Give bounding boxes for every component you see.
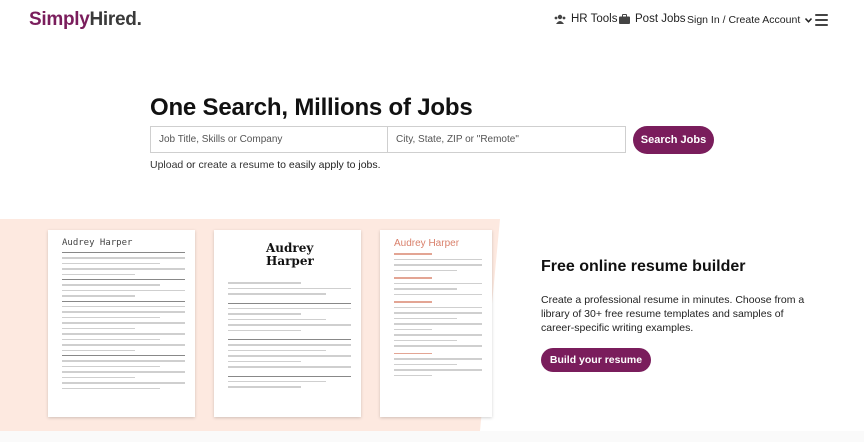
build-resume-button[interactable]: Build your resume bbox=[541, 348, 651, 372]
resume-name: Audrey Harper bbox=[266, 241, 314, 268]
menu-icon[interactable] bbox=[815, 14, 828, 26]
search-form bbox=[150, 126, 626, 153]
search-jobs-button[interactable]: Search Jobs bbox=[633, 126, 714, 154]
hr-tools-label: HR Tools bbox=[571, 13, 618, 25]
simplyhired-logo[interactable]: SimplyHired. bbox=[29, 9, 142, 31]
resume-template-classic[interactable]: Audrey Harper bbox=[48, 230, 195, 417]
page-title: One Search, Millions of Jobs bbox=[150, 94, 473, 121]
resume-name: Audrey Harper bbox=[394, 238, 460, 249]
sign-in-menu[interactable]: Sign In / Create Account bbox=[687, 14, 813, 26]
post-jobs-label: Post Jobs bbox=[635, 13, 686, 25]
job-title-input[interactable] bbox=[150, 126, 388, 153]
location-input[interactable] bbox=[388, 126, 626, 153]
upload-link[interactable]: Upload bbox=[150, 159, 183, 171]
builder-description: Create a professional resume in minutes.… bbox=[541, 294, 805, 334]
users-icon bbox=[554, 14, 566, 24]
resume-template-elegant[interactable]: Audrey Harper bbox=[380, 230, 492, 417]
section-bottom-strip bbox=[0, 431, 864, 442]
builder-title: Free online resume builder bbox=[541, 258, 746, 275]
resume-name: Audrey Harper bbox=[62, 238, 133, 248]
sign-in-label: Sign In / Create Account bbox=[687, 14, 801, 26]
post-jobs-link[interactable]: Post Jobs bbox=[619, 13, 686, 25]
resume-template-modern[interactable]: Audrey Harper bbox=[214, 230, 361, 417]
site-header: SimplyHired. HR Tools Post Jobs Sign In … bbox=[0, 0, 864, 44]
upload-resume-text: Upload or create a resume to easily appl… bbox=[150, 159, 381, 171]
create-resume-link[interactable]: create a resume bbox=[198, 159, 274, 171]
chevron-down-icon bbox=[805, 17, 813, 23]
hr-tools-link[interactable]: HR Tools bbox=[554, 13, 617, 25]
briefcase-icon bbox=[619, 14, 630, 24]
